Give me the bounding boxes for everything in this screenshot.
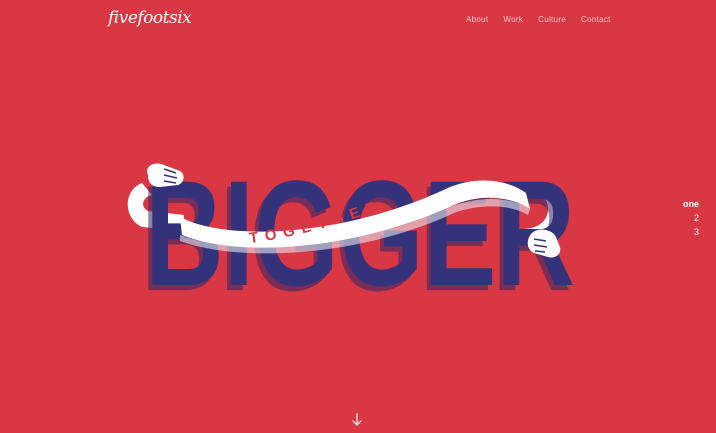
nav-contact[interactable]: Contact: [581, 15, 611, 24]
slide-nav-one[interactable]: one: [683, 199, 699, 210]
slide-nav: one 2 3: [683, 199, 699, 238]
page: fivefootsix About Work Culture Contact B…: [0, 0, 716, 433]
logo[interactable]: fivefootsix: [108, 8, 192, 28]
hero-illustration: BIGGER BIGGER TOGETHER: [127, 149, 575, 295]
nav-culture[interactable]: Culture: [538, 15, 566, 24]
slide-nav-2[interactable]: 2: [694, 213, 699, 224]
slide-nav-3[interactable]: 3: [694, 227, 699, 238]
arrow-down-icon[interactable]: [351, 413, 363, 427]
nav-work[interactable]: Work: [503, 15, 523, 24]
main-nav: About Work Culture Contact: [466, 15, 611, 24]
nav-about[interactable]: About: [466, 15, 488, 24]
